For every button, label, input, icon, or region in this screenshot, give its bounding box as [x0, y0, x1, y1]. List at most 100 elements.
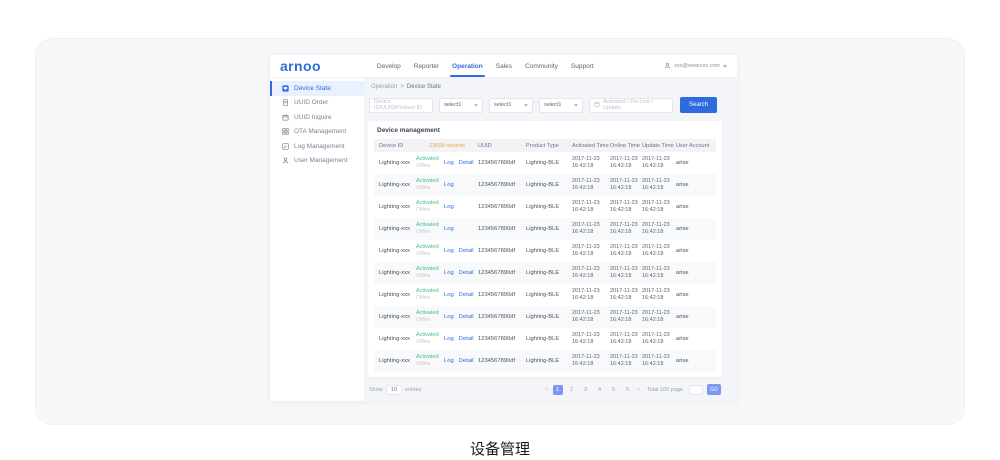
page-button-4[interactable]: 4	[595, 385, 605, 395]
go-button[interactable]: GO	[707, 384, 721, 395]
sidebar-menu: Device State UUID OrderUUID InquireOTA Ma…	[270, 81, 364, 168]
page-button-6[interactable]: 6	[623, 385, 633, 395]
nav-item-reporter[interactable]: Reporter	[414, 63, 439, 70]
table-body: Lighting-xxxActivatedOfflineLogDetail123…	[374, 152, 716, 372]
cell-online-time: 2017-11-2316:42:18	[610, 332, 642, 346]
ota-management-icon	[281, 128, 289, 136]
cell-product-type: Lighting-BLE	[526, 314, 572, 320]
uuid-inquire-icon	[281, 113, 289, 121]
status-activated: Activated	[416, 200, 444, 207]
cell-uuid: 1234567890df	[478, 292, 526, 298]
cell-product-type: Lighting-BLE	[526, 160, 572, 166]
log-link[interactable]: Log	[444, 248, 454, 254]
date-range-input[interactable]: Activated / On-Line / Update	[589, 98, 673, 113]
uuid-order-icon	[281, 99, 289, 107]
keyword-input[interactable]: Device ID/UUID/Product ID	[369, 98, 433, 113]
show-label: Show	[369, 387, 383, 393]
breadcrumb-current: Device State	[407, 84, 441, 90]
log-link[interactable]: Log	[444, 292, 454, 298]
sidebar-item-label: Device State	[294, 85, 331, 92]
sidebar-item-device-state[interactable]: Device State	[270, 81, 364, 96]
records-count-label: 23659 records	[416, 143, 478, 149]
filter-select-2[interactable]: select1	[489, 98, 533, 113]
filter-select-1[interactable]: select1	[439, 98, 483, 113]
status-offline: Offline	[416, 207, 444, 213]
detail-link[interactable]: Detail	[459, 160, 474, 166]
cell-user-account: arise	[676, 182, 716, 188]
cell-update-time: 2017-11-2316:42:18	[642, 266, 676, 280]
log-link[interactable]: Log	[444, 160, 454, 166]
table-row: Lighting-xxxActivatedOfflineLogDetail123…	[374, 262, 716, 284]
detail-link[interactable]: Detail	[459, 292, 474, 298]
cell-user-account: arise	[676, 160, 716, 166]
detail-link[interactable]: Detail	[459, 336, 474, 342]
entries-label: entries	[405, 387, 422, 393]
page-button-1[interactable]: 1	[553, 385, 563, 395]
cell-product-type: Lighting-BLE	[526, 248, 572, 254]
log-link[interactable]: Log	[444, 314, 454, 320]
detail-link[interactable]: Detail	[459, 270, 474, 276]
cell-activated-time: 2017-11-2316:42:18	[572, 288, 610, 302]
cell-user-account: arise	[676, 270, 716, 276]
cell-product-type: Lighting-BLE	[526, 336, 572, 342]
user-account-menu[interactable]: xxx@wearxxx.com	[664, 62, 727, 71]
status-offline: Offline	[416, 273, 444, 279]
cell-update-time: 2017-11-2316:42:18	[642, 200, 676, 214]
panel-title: Device management	[377, 127, 716, 134]
page-button-3[interactable]: 3	[581, 385, 591, 395]
sidebar-item-uuid-inquire[interactable]: UUID Inquire	[270, 110, 364, 125]
cell-activated-time: 2017-11-2316:42:18	[572, 200, 610, 214]
log-link[interactable]: Log	[444, 336, 454, 342]
app-body: Device State UUID OrderUUID InquireOTA Ma…	[270, 78, 737, 401]
status-offline: Offline	[416, 339, 444, 345]
device-state-icon	[281, 84, 289, 92]
status-activated: Activated	[416, 354, 444, 361]
search-button[interactable]: Search	[680, 97, 717, 113]
cell-product-type: Lighting-BLE	[526, 270, 572, 276]
table-header-row: Device ID 23659 records UUID Product Typ…	[374, 139, 716, 152]
sidebar-item-ota-management[interactable]: OTA Management	[270, 125, 364, 140]
page-button-5[interactable]: 5	[609, 385, 619, 395]
nav-item-operation[interactable]: Operation	[452, 63, 483, 70]
jump-page-input[interactable]	[689, 385, 703, 395]
status-activated: Activated	[416, 332, 444, 339]
sidebar-item-log-management[interactable]: Log Management	[270, 139, 364, 154]
breadcrumb-parent[interactable]: Operation	[371, 84, 397, 90]
page-title: 设备管理	[0, 438, 1000, 459]
log-link[interactable]: Log	[444, 182, 454, 188]
nav-item-community[interactable]: Community	[525, 63, 558, 70]
detail-link[interactable]: Detail	[459, 314, 474, 320]
cell-activated-time: 2017-11-2316:42:18	[572, 178, 610, 192]
log-link[interactable]: Log	[444, 204, 454, 210]
nav-item-support[interactable]: Support	[571, 63, 594, 70]
status-offline: Offline	[416, 229, 444, 235]
detail-link[interactable]: Detail	[459, 248, 474, 254]
sidebar-item-label: User Management	[294, 157, 347, 164]
cell-activated-time: 2017-11-2316:42:18	[572, 156, 610, 170]
status-activated: Activated	[416, 244, 444, 251]
log-link[interactable]: Log	[444, 270, 454, 276]
cell-status: ActivatedOffline	[416, 310, 444, 323]
nav-item-sales[interactable]: Sales	[496, 63, 512, 70]
table-row: Lighting-xxxActivatedOfflineLogDetail123…	[374, 152, 716, 174]
page-button-2[interactable]: 2	[567, 385, 577, 395]
page-size-select[interactable]: 10	[386, 385, 402, 395]
cell-activated-time: 2017-11-2316:42:18	[572, 266, 610, 280]
cell-uuid: 1234567890df	[478, 314, 526, 320]
filter-select-3[interactable]: select1	[539, 98, 583, 113]
log-link[interactable]: Log	[444, 226, 454, 232]
sidebar-item-user-management[interactable]: User Management	[270, 154, 364, 169]
sidebar-item-uuid-order[interactable]: UUID Order	[270, 96, 364, 111]
page-list: 123456	[553, 385, 633, 395]
chevron-left-icon[interactable]: ‹	[544, 386, 548, 393]
cell-product-type: Lighting-BLE	[526, 358, 572, 364]
log-link[interactable]: Log	[444, 358, 454, 364]
detail-link[interactable]: Detail	[459, 358, 474, 364]
cell-update-time: 2017-11-2316:42:18	[642, 222, 676, 236]
cell-device-id: Lighting-xxx	[374, 336, 416, 342]
calendar-icon	[594, 101, 600, 109]
main-content: Operation > Device State Device ID/UUID/…	[365, 78, 737, 401]
nav-item-develop[interactable]: Develop	[377, 63, 401, 70]
chevron-right-icon[interactable]: ›	[637, 386, 641, 393]
cell-online-time: 2017-11-2316:42:18	[610, 222, 642, 236]
